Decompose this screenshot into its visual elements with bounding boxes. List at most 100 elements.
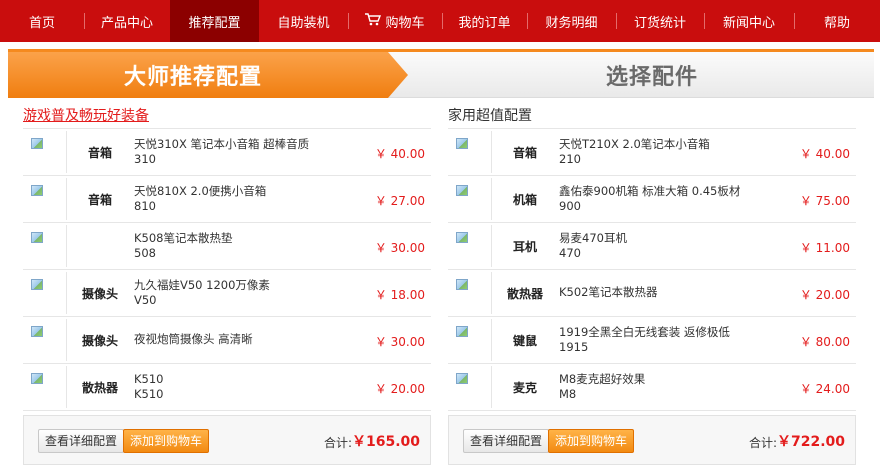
tab-master-config[interactable]: 大师推荐配置 <box>8 52 378 98</box>
panel-footer: 查看详细配置 添加到购物车 合计: ￥722.00 <box>448 415 856 465</box>
cart-icon <box>365 12 382 30</box>
part-row: 散热器 K502笔记本散热器 ￥ 20.00 <box>448 270 856 317</box>
part-name[interactable]: 天悦310X 笔记本小音箱 超棒音质 <box>134 137 354 152</box>
product-thumbnail[interactable] <box>23 225 67 267</box>
nav-label: 首页 <box>28 15 55 31</box>
nav-news[interactable]: 新闻中心 <box>704 0 794 42</box>
part-price: ￥ 11.00 <box>799 241 850 255</box>
product-thumbnail[interactable] <box>23 272 67 314</box>
product-thumbnail[interactable] <box>23 178 67 220</box>
image-icon <box>31 185 43 196</box>
part-name[interactable]: 易麦470耳机 <box>559 231 779 246</box>
product-thumbnail[interactable] <box>23 319 67 361</box>
product-thumbnail[interactable] <box>448 178 492 220</box>
part-description: 鑫佑泰900机箱 标准大箱 0.45板材 900 <box>559 184 779 214</box>
part-price: ￥ 24.00 <box>799 382 850 396</box>
part-model: V50 <box>134 293 157 307</box>
part-price: ￥ 18.00 <box>374 288 425 302</box>
view-details-button[interactable]: 查看详细配置 <box>38 429 125 453</box>
nav-home[interactable]: 首页 <box>0 0 84 42</box>
part-name[interactable]: 1919全黑全白无线套装 返修极低 <box>559 325 779 340</box>
nav-orders[interactable]: 我的订单 <box>442 0 527 42</box>
part-model: 470 <box>559 246 581 260</box>
add-to-cart-button[interactable]: 添加到购物车 <box>548 429 635 453</box>
image-icon <box>31 279 43 290</box>
part-category: 耳机 <box>512 239 537 254</box>
part-row: 散热器 K510 K510 ￥ 20.00 <box>23 364 431 411</box>
image-icon <box>456 373 468 384</box>
part-model: 810 <box>134 199 156 213</box>
part-category: 音箱 <box>512 145 537 160</box>
config-panel-home: 家用超值配置 音箱 天悦T210X 2.0笔记本小音箱 210 ￥ 40.00 机… <box>448 104 856 465</box>
part-name[interactable]: 天悦T210X 2.0笔记本小音箱 <box>559 137 779 152</box>
part-description: 九久福娃V50 1200万像素 V50 <box>134 278 354 308</box>
nav-recommended[interactable]: 推荐配置 <box>170 0 259 42</box>
nav-label: 购物车 <box>385 15 425 31</box>
part-row: 摄像头 夜视炮筒摄像头 高清晰 ￥ 30.00 <box>23 317 431 364</box>
total-value: ￥722.00 <box>776 434 845 450</box>
add-to-cart-button[interactable]: 添加到购物车 <box>123 429 210 453</box>
part-price: ￥ 20.00 <box>799 288 850 302</box>
part-description: K508笔记本散热垫 508 <box>134 231 354 261</box>
part-model: 310 <box>134 152 156 166</box>
part-name[interactable]: K508笔记本散热垫 <box>134 231 354 246</box>
part-category: 音箱 <box>87 192 112 207</box>
part-price: ￥ 40.00 <box>799 147 850 161</box>
part-category: 摄像头 <box>81 333 118 348</box>
nav-order-stats[interactable]: 订货统计 <box>616 0 704 42</box>
panel-title[interactable]: 家用超值配置 <box>448 104 856 128</box>
product-thumbnail[interactable] <box>448 319 492 361</box>
part-row: 麦克 M8麦克超好效果 M8 ￥ 24.00 <box>448 364 856 411</box>
nav-finance[interactable]: 财务明细 <box>527 0 616 42</box>
part-category: 键鼠 <box>512 333 537 348</box>
part-description: 1919全黑全白无线套装 返修极低 1915 <box>559 325 779 355</box>
part-description: 天悦810X 2.0便携小音箱 810 <box>134 184 354 214</box>
nav-help[interactable]: 帮助 <box>794 0 880 42</box>
part-row: 耳机 易麦470耳机 470 ￥ 11.00 <box>448 223 856 270</box>
nav-label: 我的订单 <box>458 15 511 31</box>
part-price: ￥ 80.00 <box>799 335 850 349</box>
part-price: ￥ 75.00 <box>799 194 850 208</box>
parts-list: 音箱 天悦T210X 2.0笔记本小音箱 210 ￥ 40.00 机箱 鑫佑泰90… <box>448 128 856 411</box>
part-name[interactable]: 天悦810X 2.0便携小音箱 <box>134 184 354 199</box>
image-icon <box>456 232 468 243</box>
part-name[interactable]: K502笔记本散热器 <box>559 285 779 300</box>
part-model: K510 <box>134 387 164 401</box>
product-thumbnail[interactable] <box>448 225 492 267</box>
part-category: 摄像头 <box>81 286 118 301</box>
tab-select-parts[interactable]: 选择配件 <box>430 52 874 98</box>
product-thumbnail[interactable] <box>448 272 492 314</box>
panel-title[interactable]: 游戏普及畅玩好装备 <box>23 104 431 128</box>
product-thumbnail[interactable] <box>23 131 67 173</box>
nav-label: 产品中心 <box>100 15 153 31</box>
view-details-button[interactable]: 查看详细配置 <box>463 429 550 453</box>
image-icon <box>456 185 468 196</box>
part-model: 1915 <box>559 340 589 354</box>
image-icon <box>456 279 468 290</box>
nav-label: 自助装机 <box>277 15 330 31</box>
part-category: 音箱 <box>87 145 112 160</box>
part-name[interactable]: 鑫佑泰900机箱 标准大箱 0.45板材 <box>559 184 779 199</box>
nav-label: 新闻中心 <box>722 15 775 31</box>
part-description: K502笔记本散热器 <box>559 285 779 300</box>
part-row: 音箱 天悦810X 2.0便携小音箱 810 ￥ 27.00 <box>23 176 431 223</box>
product-thumbnail[interactable] <box>23 366 67 408</box>
image-icon <box>31 138 43 149</box>
top-nav: 首页 产品中心 推荐配置 自助装机 购物车 我的订单 财务明细 订货统计 新闻中… <box>0 0 880 42</box>
part-category: 散热器 <box>506 286 543 301</box>
nav-label: 财务明细 <box>545 15 598 31</box>
nav-products[interactable]: 产品中心 <box>84 0 170 42</box>
nav-cart[interactable]: 购物车 <box>348 0 442 42</box>
total-label: 合计: <box>749 436 778 450</box>
product-thumbnail[interactable] <box>448 366 492 408</box>
part-name[interactable]: 夜视炮筒摄像头 高清晰 <box>134 332 354 347</box>
product-thumbnail[interactable] <box>448 131 492 173</box>
part-category: 散热器 <box>81 380 118 395</box>
part-name[interactable]: M8麦克超好效果 <box>559 372 779 387</box>
parts-list: 音箱 天悦310X 笔记本小音箱 超棒音质 310 ￥ 40.00 音箱 天悦81… <box>23 128 431 411</box>
part-name[interactable]: 九久福娃V50 1200万像素 <box>134 278 354 293</box>
part-model: M8 <box>559 387 577 401</box>
part-name[interactable]: K510 <box>134 372 354 387</box>
nav-diy-build[interactable]: 自助装机 <box>259 0 348 42</box>
config-panel-gaming: 游戏普及畅玩好装备 音箱 天悦310X 笔记本小音箱 超棒音质 310 ￥ 40.… <box>23 104 431 465</box>
